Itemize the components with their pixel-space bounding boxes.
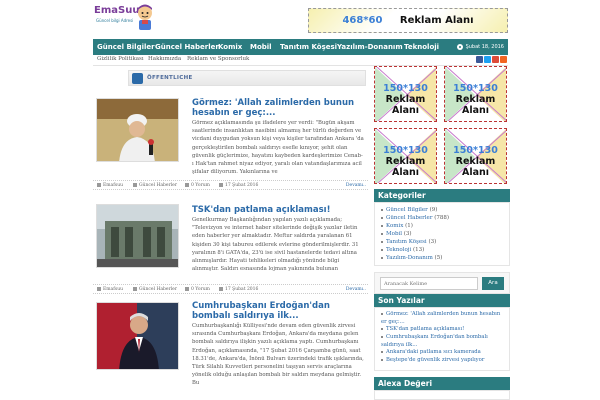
page: EmaSuu Güncel bilgi Adresi 468*60 Reklam… <box>0 0 600 400</box>
cleric-image-icon <box>97 99 178 161</box>
post-thumbnail[interactable] <box>96 302 179 370</box>
banner-size: 468*60 <box>342 15 383 26</box>
post-thumbnail[interactable] <box>96 98 179 162</box>
nav-item-guncel-haberler[interactable]: Güncel Haberler <box>155 39 219 55</box>
nav-item-mobil[interactable]: Mobil <box>250 39 272 55</box>
category-item[interactable]: Teknoloji (13) <box>381 246 424 254</box>
post-title[interactable]: Görmez: 'Allah zalimlerden bunun hesabın… <box>192 98 364 118</box>
nav-item-guncel-bilgiler[interactable]: Güncel Bilgiler <box>97 39 155 55</box>
post-date: 17 Şubat 2016 <box>225 287 259 292</box>
category-item[interactable]: Mobil (3) <box>381 230 412 238</box>
post-author[interactable]: Emafsuu <box>103 287 123 292</box>
user-icon <box>97 182 101 187</box>
post-title[interactable]: Cumhrubaşkanı Erdoğan'dan bombalı saldır… <box>192 301 364 321</box>
recent-post-link[interactable]: Görmez: 'Allah zalimlerden bunun hesabın… <box>381 311 507 326</box>
post-item: Görmez: 'Allah zalimlerden bunun hesabın… <box>93 96 368 196</box>
building-image-icon <box>97 205 178 267</box>
logo-subtitle: Güncel bilgi Adresi <box>96 18 134 23</box>
banner-label: Reklam Alanı <box>399 15 474 26</box>
sidebar-ad-1[interactable]: 150*130 Reklam Alanı <box>374 66 437 122</box>
current-date: Şubat 18, 2016 <box>465 44 504 50</box>
post-meta: Emafsuu Güncel Haberler 0 Yorum 17 Şubat… <box>93 284 368 294</box>
facebook-icon[interactable] <box>476 56 483 63</box>
category-item[interactable]: Güncel Haberler (788) <box>381 214 449 222</box>
nav-item-komix[interactable]: Komix <box>218 39 242 55</box>
post-date: 17 Şubat 2016 <box>225 183 259 188</box>
sub-nav: Gizlilik Politikası Hakkımızda Reklam ve… <box>93 55 508 66</box>
nav-item-teknoloji[interactable]: Teknoloji <box>404 39 439 55</box>
sidebar-ad-3[interactable]: 150*130 Reklam Alanı <box>374 128 437 184</box>
ad-label: Reklam Alanı <box>455 156 496 178</box>
ad-label: Reklam Alanı <box>455 94 496 116</box>
sidebar-ad-4[interactable]: 150*130 Reklam Alanı <box>444 128 507 184</box>
post-comments[interactable]: 0 Yorum <box>191 183 210 188</box>
ad-label: Reklam Alanı <box>385 156 426 178</box>
post-category[interactable]: Güncel Haberler <box>139 183 177 188</box>
ad-size: 150*130 <box>453 145 498 156</box>
subnav-item-gizlilik[interactable]: Gizlilik Politikası <box>97 56 144 62</box>
rss-icon[interactable] <box>500 56 507 63</box>
ad-label: Reklam Alanı <box>385 94 426 116</box>
feature-banner-text: ÖFFENTLICHE <box>147 75 193 81</box>
recent-post-link[interactable]: TSK'dan patlama açıklaması! <box>381 326 507 334</box>
ad-size: 150*130 <box>383 145 428 156</box>
post-item: Cumhrubaşkanı Erdoğan'dan bombalı saldır… <box>93 300 368 400</box>
categories-list: Güncel Bilgiler (9) Güncel Haberler (788… <box>374 202 510 266</box>
clock-icon <box>456 43 463 50</box>
feature-banner[interactable]: ÖFFENTLICHE <box>128 70 366 86</box>
googleplus-icon[interactable] <box>492 56 499 63</box>
folder-icon <box>133 286 137 291</box>
mascot-icon <box>138 4 152 30</box>
category-item[interactable]: Tanıtım Köşesi (3) <box>381 238 436 246</box>
recent-posts-list: Görmez: 'Allah zalimlerden bunun hesabın… <box>374 307 510 371</box>
categories-widget-title: Kategoriler <box>374 189 510 202</box>
subnav-item-hakkimizda[interactable]: Hakkımızda <box>148 56 181 62</box>
comment-icon <box>185 286 189 291</box>
post-thumbnail[interactable] <box>96 204 179 268</box>
recent-posts-widget-title: Son Yazılar <box>374 294 510 307</box>
ad-size: 150*130 <box>453 83 498 94</box>
nav-item-yazilim-donanim[interactable]: Yazılım-Donanım <box>337 39 403 55</box>
folder-icon <box>133 182 137 187</box>
user-icon <box>97 286 101 291</box>
search-button[interactable]: Ara <box>482 277 504 290</box>
nav-date: Şubat 18, 2016 <box>456 39 504 55</box>
post-excerpt: Görmez açıklamasında şu ifadelere yer ve… <box>192 120 364 176</box>
ad-size: 150*130 <box>383 83 428 94</box>
post-author[interactable]: Emafsuu <box>103 183 123 188</box>
post-excerpt: Cumhurbaşkanlığı Külliyesi'nde devam ede… <box>192 323 364 387</box>
search-widget: Ara <box>374 272 510 294</box>
category-item[interactable]: Komix (1) <box>381 222 413 230</box>
alexa-widget-title: Alexa Değeri <box>374 377 510 390</box>
calendar-icon <box>219 182 223 187</box>
subnav-item-reklam[interactable]: Reklam ve Sponsorluk <box>187 56 249 62</box>
search-input[interactable] <box>380 277 478 290</box>
post-item: TSK'dan patlama açıklaması! Genelkurmay … <box>93 204 368 298</box>
site-header: EmaSuu Güncel bilgi Adresi 468*60 Reklam… <box>0 0 600 38</box>
category-item[interactable]: Yazılım-Donanım (5) <box>381 254 442 262</box>
post-excerpt: Genelkurmay Başkanlığından yapılan yazıl… <box>192 217 359 273</box>
logo-title: EmaSuu <box>94 5 140 16</box>
recent-post-link[interactable]: Beştepe'de güvenlik zirvesi yapılıyor <box>381 357 507 365</box>
comment-icon <box>185 182 189 187</box>
post-comments[interactable]: 0 Yorum <box>191 287 210 292</box>
nav-item-tanitim-kosesi[interactable]: Tanıtım Köşesi <box>280 39 337 55</box>
calendar-icon <box>219 286 223 291</box>
post-meta: Emafsuu Güncel Haberler 0 Yorum 17 Şubat… <box>93 180 368 190</box>
alexa-widget-body <box>374 390 510 400</box>
category-item[interactable]: Güncel Bilgiler (9) <box>381 206 437 214</box>
read-more-link[interactable]: Devamı.. <box>346 286 366 294</box>
site-logo[interactable]: EmaSuu Güncel bilgi Adresi <box>94 4 156 32</box>
post-category[interactable]: Güncel Haberler <box>139 287 177 292</box>
read-more-link[interactable]: Devamı.. <box>346 182 366 190</box>
header-ad-banner[interactable]: 468*60 Reklam Alanı <box>308 8 508 33</box>
recent-post-link[interactable]: Cumhrubaşkanı Erdoğan'dan bombalı saldır… <box>381 334 507 349</box>
sidebar-ad-2[interactable]: 150*130 Reklam Alanı <box>444 66 507 122</box>
president-image-icon <box>97 303 178 369</box>
twitter-icon[interactable] <box>484 56 491 63</box>
recent-post-link[interactable]: Ankara'daki patlama sıcı kamerada <box>381 349 507 357</box>
post-title[interactable]: TSK'dan patlama açıklaması! <box>192 205 364 215</box>
banner-logo-icon <box>132 73 143 84</box>
main-nav: Güncel Bilgiler Güncel Haberler Komix Mo… <box>93 39 508 55</box>
